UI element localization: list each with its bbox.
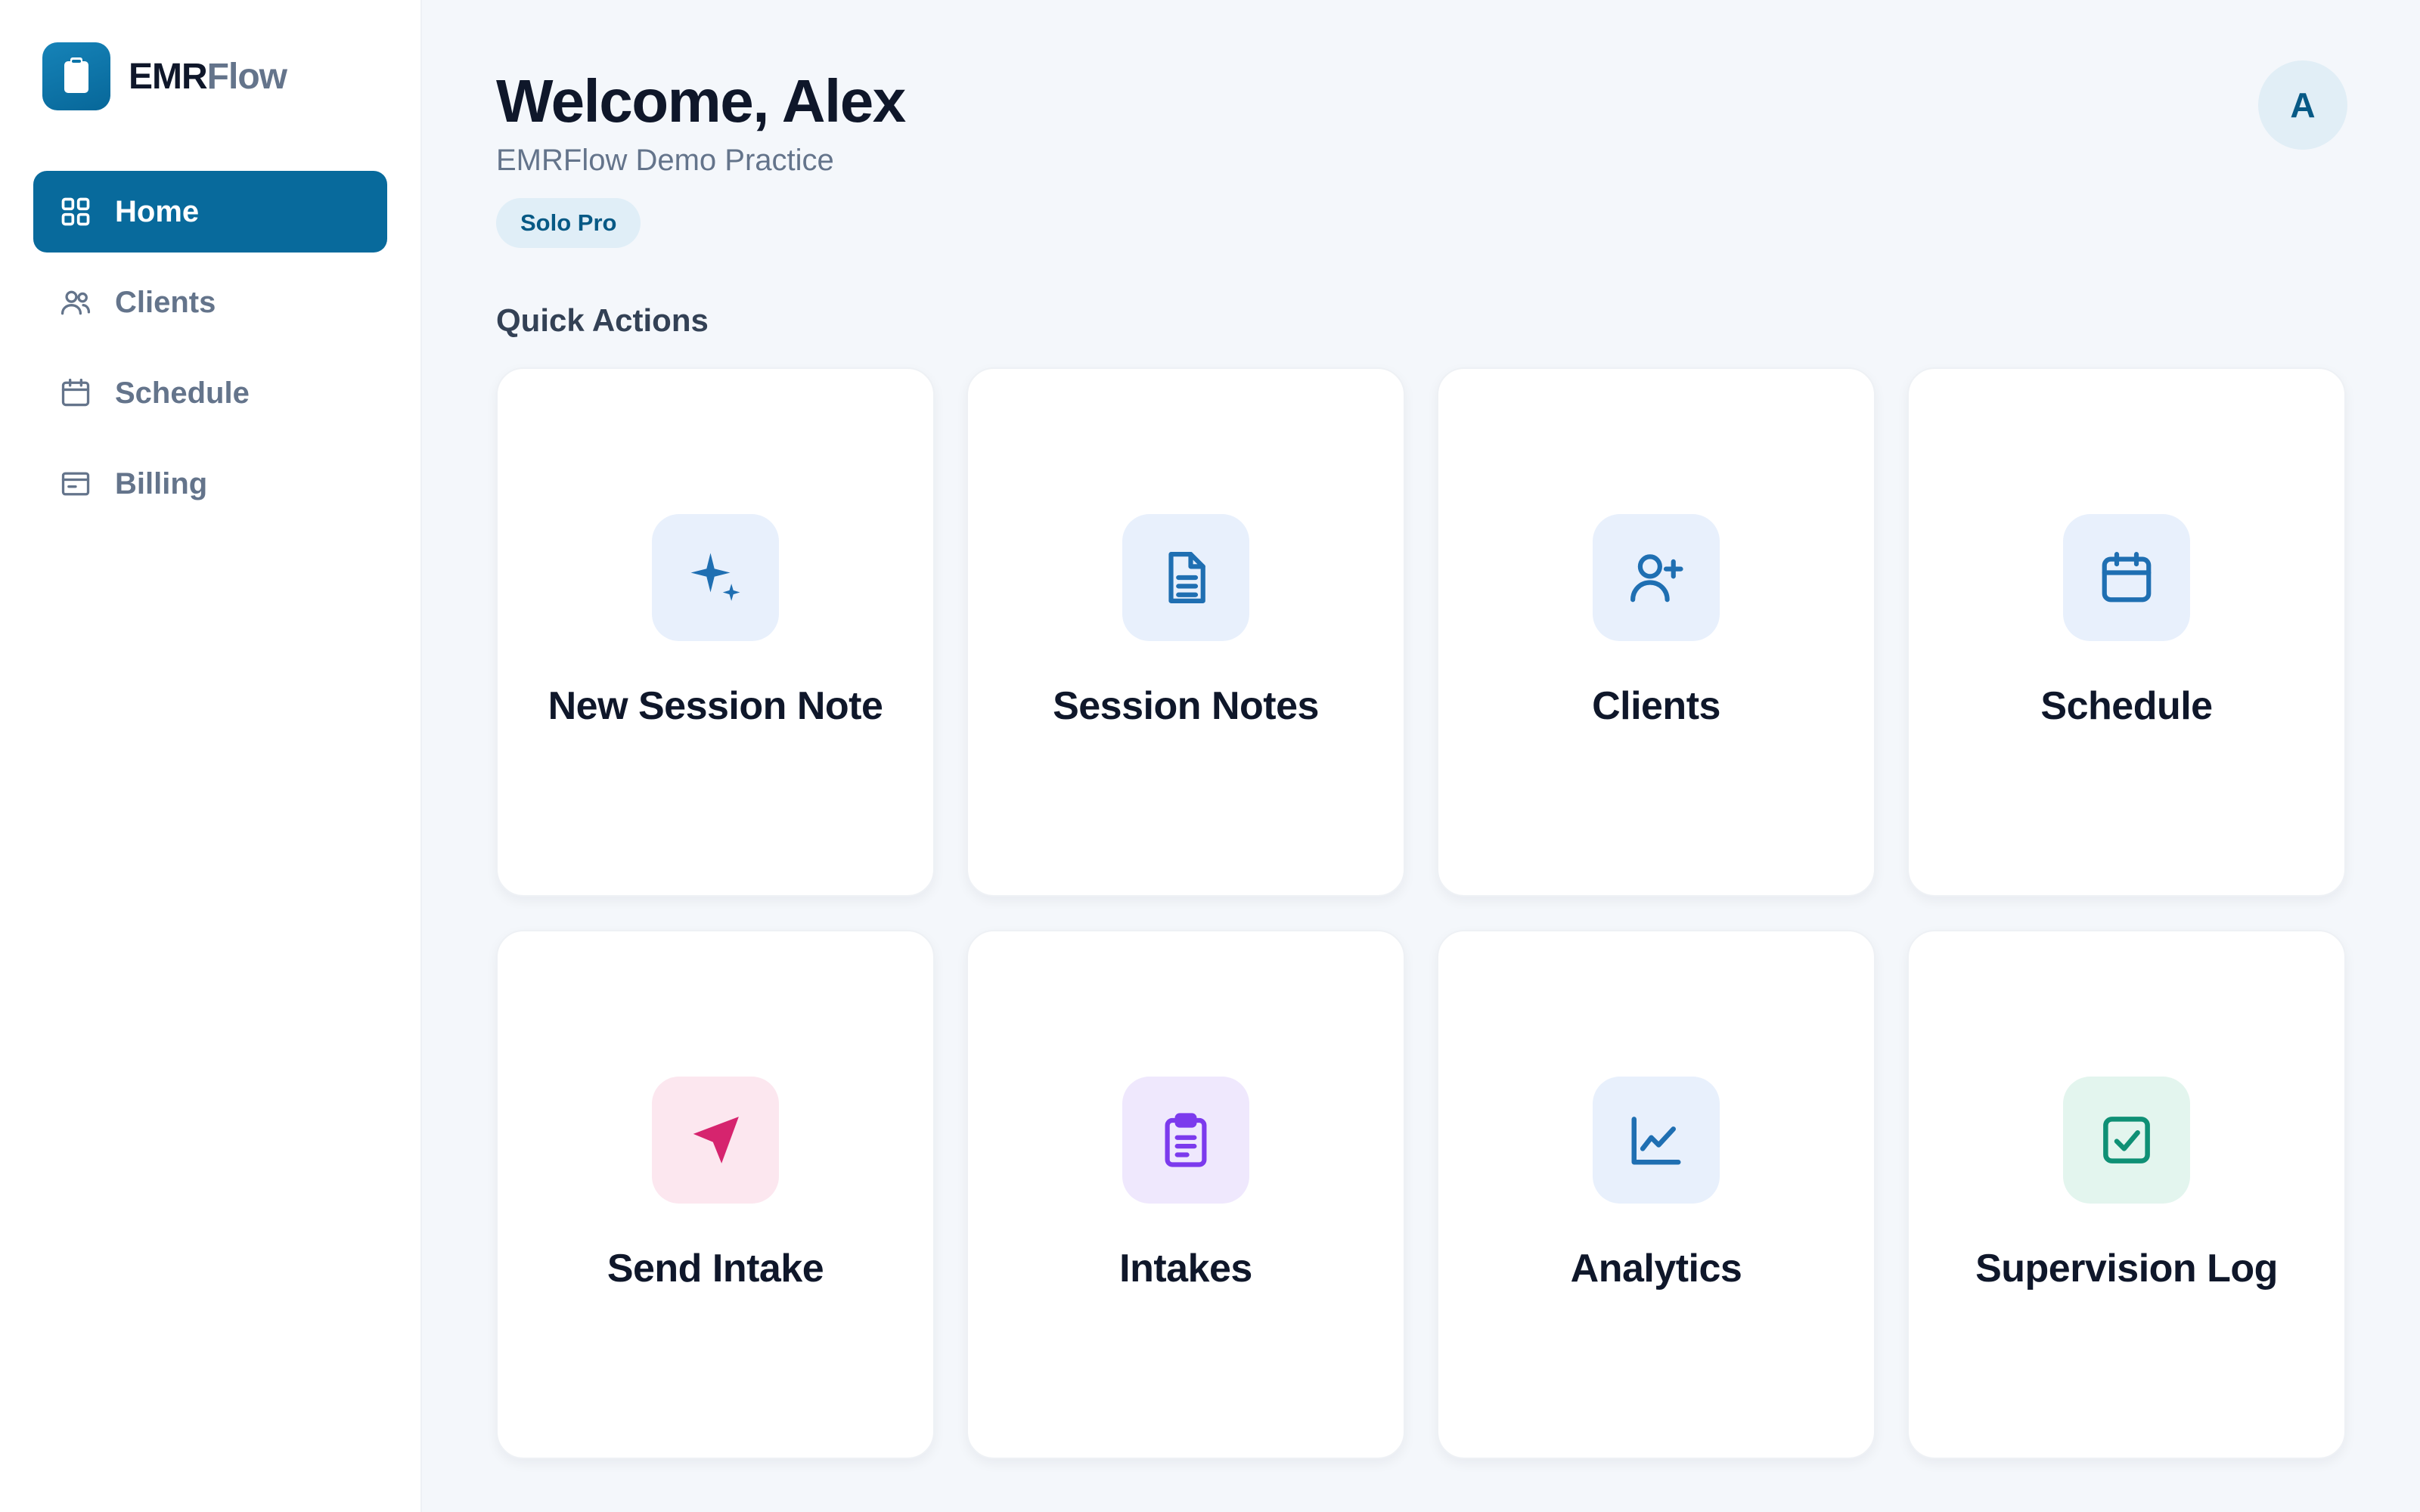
quick-actions-title: Quick Actions [496, 302, 709, 338]
user-plus-icon [1593, 514, 1720, 641]
app-shell: EMRFlow Home Clients Schedule Billing We… [0, 0, 2420, 1512]
card-label: Send Intake [607, 1247, 824, 1290]
billing-icon [61, 472, 90, 496]
brand[interactable]: EMRFlow [33, 42, 387, 110]
users-icon [60, 290, 91, 315]
sidebar-item-label: Clients [115, 285, 216, 319]
quick-actions-grid: New Session Note Session Notes Clients S… [496, 367, 2347, 1459]
plan-badge: Solo Pro [496, 198, 641, 248]
check-square-icon [2063, 1077, 2190, 1204]
page-header: Welcome, Alex EMRFlow Demo Practice Solo… [496, 60, 2347, 248]
sidebar-nav: Home Clients Schedule Billing [33, 171, 387, 525]
sidebar-item-label: Billing [115, 466, 208, 500]
main-content: Welcome, Alex EMRFlow Demo Practice Solo… [422, 0, 2420, 1512]
sidebar-item-clients[interactable]: Clients [33, 262, 387, 343]
sparkle-icon [652, 514, 779, 641]
sidebar-item-home[interactable]: Home [33, 171, 387, 253]
card-label: Session Notes [1053, 684, 1319, 728]
sidebar: EMRFlow Home Clients Schedule Billing [0, 0, 422, 1512]
card-label: Analytics [1570, 1247, 1742, 1290]
sidebar-item-label: Home [115, 194, 200, 228]
clipboard-list-icon [1122, 1077, 1249, 1204]
clients-card[interactable]: Clients [1437, 367, 1876, 897]
brand-name-part1: EMR [129, 56, 208, 97]
avatar[interactable]: A [2258, 60, 2347, 150]
sidebar-item-label: Schedule [115, 376, 250, 410]
calendar-icon [2063, 514, 2190, 641]
supervision-log-card[interactable]: Supervision Log [1907, 930, 2346, 1459]
calendar-icon [61, 378, 90, 407]
send-icon [652, 1077, 779, 1204]
schedule-card[interactable]: Schedule [1907, 367, 2346, 897]
page-title: Welcome, Alex [496, 67, 906, 135]
session-notes-card[interactable]: Session Notes [966, 367, 1405, 897]
new-session-note-card[interactable]: New Session Note [496, 367, 935, 897]
brand-name-part2: Flow [206, 56, 287, 97]
clipboard-icon [42, 42, 110, 110]
card-label: Intakes [1119, 1247, 1252, 1290]
grid-icon [61, 197, 90, 226]
sidebar-item-schedule[interactable]: Schedule [33, 352, 387, 434]
practice-name: EMRFlow Demo Practice [496, 144, 834, 177]
card-label: New Session Note [548, 684, 883, 728]
send-intake-card[interactable]: Send Intake [496, 930, 935, 1459]
analytics-card[interactable]: Analytics [1437, 930, 1876, 1459]
brand-name: EMRFlow [129, 56, 287, 98]
card-label: Clients [1592, 684, 1720, 728]
chart-line-icon [1593, 1077, 1720, 1204]
card-label: Supervision Log [1975, 1247, 2278, 1290]
card-label: Schedule [2040, 684, 2213, 728]
document-icon [1122, 514, 1249, 641]
sidebar-item-billing[interactable]: Billing [33, 443, 387, 525]
intakes-card[interactable]: Intakes [966, 930, 1405, 1459]
